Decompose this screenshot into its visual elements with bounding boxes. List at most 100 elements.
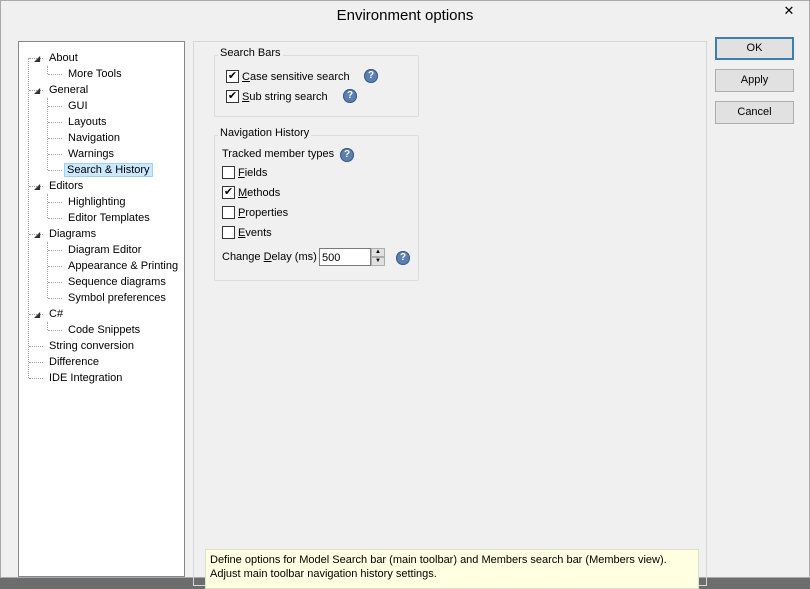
fields-checkbox[interactable]: Fields — [222, 165, 267, 181]
dialog-client: ◢ About More Tools ◢ General GUI Layouts Naviga… — [9, 32, 801, 589]
spin-down-icon[interactable]: ▼ — [371, 257, 385, 266]
tree-item-label: Warnings — [68, 148, 115, 160]
tree-item[interactable]: C# — [45, 307, 67, 322]
tree-item-label: C# — [49, 308, 64, 320]
sub-string-search-checkbox[interactable]: ✔ Sub string search — [226, 89, 328, 105]
change-delay-pre: Change — [222, 251, 264, 263]
methods-label: ethods — [247, 187, 281, 199]
tree-item[interactable]: IDE Integration — [45, 371, 126, 386]
settings-panel: Search Bars ✔ Case sensitive search ? ✔ Su… — [193, 41, 707, 586]
tree-item[interactable]: More Tools — [64, 67, 126, 82]
window-title: Environment options — [336, 7, 474, 24]
tree-item-label: Diagrams — [49, 228, 97, 240]
case-sensitive-accel: C — [242, 71, 250, 83]
tree-branch-line — [29, 378, 43, 379]
methods-checkbox[interactable]: ✔ Methods — [222, 185, 280, 201]
tree-child-line — [47, 66, 48, 74]
case-sensitive-help-icon[interactable]: ? — [364, 69, 378, 83]
sub-string-help-icon[interactable]: ? — [343, 89, 357, 103]
tree-item[interactable]: Editors — [45, 179, 87, 194]
tree-item[interactable]: General — [45, 83, 92, 98]
tree-item-label: More Tools — [68, 68, 122, 80]
fields-accel: F — [238, 167, 245, 179]
tree-child-line — [47, 322, 48, 330]
tree-item[interactable]: Sequence diagrams — [64, 275, 170, 290]
tree-branch-line — [48, 138, 62, 139]
description-line-1: Define options for Model Search bar (mai… — [210, 554, 667, 566]
tree-item-label: Editors — [49, 180, 84, 192]
tree-branch-line — [48, 122, 62, 123]
tree-branch-line — [48, 218, 62, 219]
tree-branch-line — [48, 266, 62, 267]
tree-item[interactable]: Difference — [45, 355, 103, 370]
tree-branch-line — [29, 362, 43, 363]
tree-item[interactable]: Code Snippets — [64, 323, 144, 338]
environment-options-window: Environment options ✕ ◢ About More Tools ◢ G… — [0, 0, 810, 589]
tree-child-line — [47, 194, 48, 218]
navigation-history-title: Navigation History — [218, 127, 312, 139]
expand-collapse-icon[interactable]: ◢ — [34, 51, 42, 66]
change-delay-input[interactable]: 500 — [319, 248, 371, 266]
case-sensitive-search-checkbox[interactable]: ✔ Case sensitive search — [226, 69, 350, 85]
tree-branch-line — [48, 282, 62, 283]
properties-checkbox[interactable]: Properties — [222, 205, 288, 221]
tree-branch-line — [48, 298, 62, 299]
fields-check[interactable] — [222, 165, 235, 179]
expand-collapse-icon[interactable]: ◢ — [34, 307, 42, 322]
tree-item-label: Search & History — [64, 163, 153, 177]
events-check[interactable] — [222, 225, 235, 239]
tree-item[interactable]: About — [45, 51, 82, 66]
search-bars-title: Search Bars — [218, 47, 283, 59]
tree-item-label: Appearance & Printing — [68, 260, 179, 272]
tree-item[interactable]: Editor Templates — [64, 211, 154, 226]
tracked-member-types-label: Tracked member types — [222, 148, 335, 160]
expand-collapse-icon[interactable]: ◢ — [34, 179, 42, 194]
search-bars-group — [214, 55, 419, 117]
change-delay-accel: D — [263, 251, 272, 263]
tree-item-label: Difference — [49, 356, 99, 368]
tree-item-label: IDE Integration — [49, 372, 123, 384]
tree-branch-line — [48, 170, 62, 171]
description-box: Define options for Model Search bar (mai… — [205, 549, 699, 589]
expand-collapse-icon[interactable]: ◢ — [34, 227, 42, 242]
tree-item[interactable]: Search & History — [64, 163, 153, 178]
tree-item[interactable]: Diagram Editor — [64, 243, 145, 258]
tree-item-label: GUI — [68, 100, 88, 112]
tree-item[interactable]: Highlighting — [64, 195, 129, 210]
tree-item-label: Sequence diagrams — [68, 276, 166, 288]
title-bar[interactable]: Environment options ✕ — [1, 1, 809, 31]
tree-item[interactable]: Appearance & Printing — [64, 259, 182, 274]
tree-branch-line — [48, 250, 62, 251]
change-delay-help-icon[interactable]: ? — [396, 251, 410, 265]
properties-check[interactable] — [222, 205, 235, 219]
close-icon[interactable]: ✕ — [771, 1, 807, 21]
expand-collapse-icon[interactable]: ◢ — [34, 83, 42, 98]
tree-item-label: Navigation — [68, 132, 120, 144]
change-delay-spinner[interactable]: ▲ ▼ — [371, 248, 385, 266]
tree-branch-line — [48, 330, 62, 331]
tree-item[interactable]: Diagrams — [45, 227, 100, 242]
ok-button[interactable]: OK — [715, 37, 794, 60]
tree-item[interactable]: String conversion — [45, 339, 138, 354]
tree-item[interactable]: Layouts — [64, 115, 111, 130]
tree-item[interactable]: Symbol preferences — [64, 291, 170, 306]
case-sensitive-check[interactable]: ✔ — [226, 69, 239, 83]
methods-check[interactable]: ✔ — [222, 185, 235, 199]
apply-button[interactable]: Apply — [715, 69, 794, 92]
tree-branch-line — [29, 346, 43, 347]
case-sensitive-label: ase sensitive search — [249, 71, 350, 83]
sub-string-check[interactable]: ✔ — [226, 89, 239, 103]
tree-child-line — [47, 98, 48, 170]
tree-item-label: Editor Templates — [68, 212, 150, 224]
tree-root-line — [28, 58, 29, 378]
tree-item-label: String conversion — [49, 340, 134, 352]
fields-label: ields — [244, 167, 268, 179]
spin-up-icon[interactable]: ▲ — [371, 248, 385, 257]
options-tree[interactable]: ◢ About More Tools ◢ General GUI Layouts Naviga… — [18, 41, 185, 577]
tree-item[interactable]: Navigation — [64, 131, 124, 146]
tree-item[interactable]: Warnings — [64, 147, 118, 162]
tree-item[interactable]: GUI — [64, 99, 92, 114]
tracked-member-types-help-icon[interactable]: ? — [340, 148, 354, 162]
cancel-button[interactable]: Cancel — [715, 101, 794, 124]
events-checkbox[interactable]: Events — [222, 225, 272, 241]
